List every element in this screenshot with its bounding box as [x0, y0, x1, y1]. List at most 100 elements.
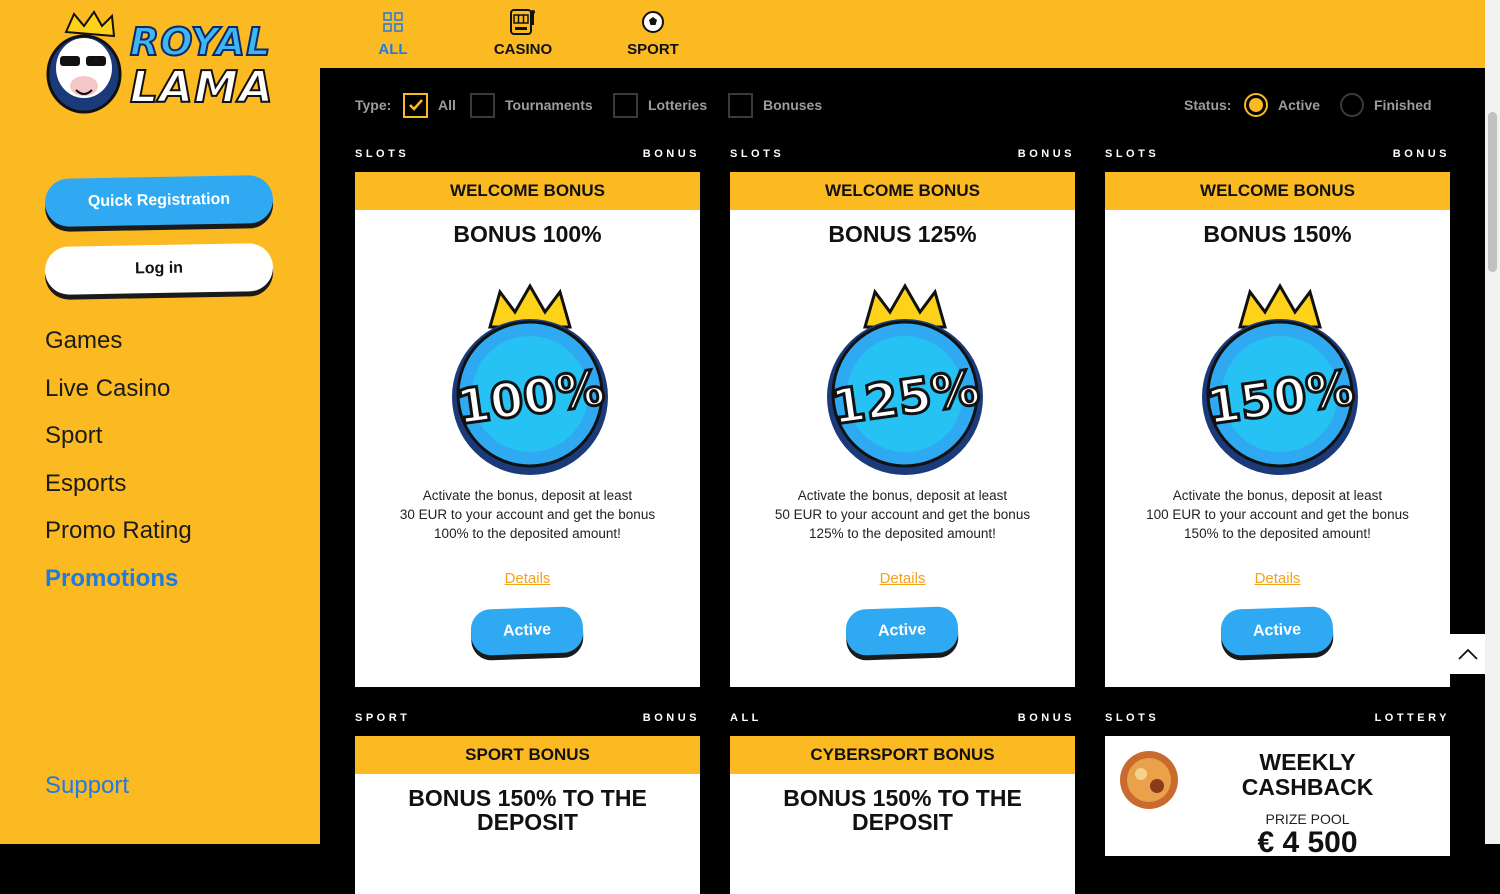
lottery-card: SLOTS LOTTERY WEEKLY CASHBACK PRIZE POOL … — [1105, 712, 1450, 859]
card-category: SLOTS — [1105, 712, 1160, 724]
scrollbar-thumb[interactable] — [1488, 112, 1497, 272]
promo-card: SLOTS BONUS WELCOME BONUS BONUS 100% 100%… — [355, 148, 700, 687]
royal-lama-logo[interactable]: ROYAL LAMA — [44, 10, 279, 118]
card-title-line: BONUS 150% TO THE — [783, 785, 1022, 811]
type-filter-label: Type: — [355, 97, 392, 113]
card-kind: BONUS — [1017, 148, 1075, 160]
card-description-line: Activate the bonus, deposit at least — [422, 488, 633, 503]
card-description-line: 150% to the deposited amount! — [1184, 526, 1371, 541]
lama-mascot-icon — [46, 10, 122, 114]
tab-all[interactable]: ALL — [343, 8, 443, 58]
tab-all-label: ALL — [378, 41, 408, 58]
card-title: BONUS 150% TO THE DEPOSIT — [730, 774, 1075, 834]
scroll-to-top-button[interactable] — [1450, 634, 1485, 674]
card-kind: BONUS — [1017, 712, 1075, 724]
slot-machine-icon — [510, 9, 535, 35]
lottery-title-line: WEEKLY — [1259, 749, 1356, 775]
filter-type-bonuses[interactable]: Bonuses — [728, 92, 822, 118]
card-kind: BONUS — [1392, 148, 1450, 160]
filter-type-tournaments[interactable]: Tournaments — [470, 92, 593, 118]
card-header: WELCOME BONUS — [1105, 172, 1450, 210]
card-description-line: 50 EUR to your account and get the bonus — [774, 507, 1031, 522]
details-link[interactable]: Details — [1105, 570, 1450, 587]
filter-type-all[interactable]: All — [403, 92, 456, 118]
card-category: SLOTS — [1105, 148, 1160, 160]
details-link[interactable]: Details — [355, 570, 700, 587]
sidebar: ROYAL LAMA Quick Registration Log in Gam… — [0, 0, 320, 844]
nav-item-live-casino[interactable]: Live Casino — [45, 370, 192, 418]
card-description-line: Activate the bonus, deposit at least — [1172, 488, 1383, 503]
chevron-up-icon — [1457, 648, 1478, 660]
checkbox-tournaments[interactable] — [470, 92, 495, 118]
card-header: WELCOME BONUS — [355, 172, 700, 210]
tab-sport-label: SPORT — [627, 41, 679, 58]
card-kind: BONUS — [642, 148, 700, 160]
filter-status-active-label: Active — [1278, 97, 1321, 113]
card-title: BONUS 100% — [453, 221, 602, 247]
filter-type-bonuses-label: Bonuses — [763, 97, 823, 113]
card-description-line: 30 EUR to your account and get the bonus — [399, 507, 656, 522]
bonus-coin-icon: 100% — [452, 282, 609, 475]
card-category: ALL — [730, 712, 762, 724]
checkbox-lotteries[interactable] — [613, 92, 638, 118]
promo-card: SLOTS BONUS WELCOME BONUS BONUS 125% 125%… — [730, 148, 1075, 687]
prize-pool-value: € 4 500 — [1257, 826, 1358, 859]
status-filter-label: Status: — [1184, 97, 1232, 113]
page-scrollbar[interactable] — [1485, 0, 1500, 844]
card-category: SLOTS — [355, 148, 410, 160]
lottery-title-line: CASHBACK — [1241, 774, 1374, 800]
filter-status-finished[interactable]: Finished — [1340, 92, 1432, 118]
login-button[interactable]: Log in — [44, 243, 274, 295]
filter-status-finished-label: Finished — [1374, 97, 1432, 113]
card-description: Activate the bonus, deposit at least 100… — [1105, 486, 1450, 543]
card-title: BONUS 150% TO THE DEPOSIT — [355, 774, 700, 834]
radio-finished[interactable] — [1340, 93, 1364, 117]
filter-type-all-label: All — [438, 97, 456, 113]
card-header: SPORT BONUS — [355, 736, 700, 774]
filter-type-lotteries[interactable]: Lotteries — [613, 92, 707, 118]
filter-type-lotteries-label: Lotteries — [648, 97, 708, 113]
nav-item-games[interactable]: Games — [45, 322, 192, 370]
card-category: SPORT — [355, 712, 411, 724]
card-title: BONUS 150% — [1203, 221, 1352, 247]
card-title-line: BONUS 150% TO THE — [408, 785, 647, 811]
card-category: SLOTS — [730, 148, 785, 160]
prize-pool-label: PRIZE POOL — [1265, 811, 1350, 827]
top-tab-bar: ALL CASINO SPORT — [320, 0, 1485, 68]
support-link[interactable]: Support — [45, 772, 129, 800]
card-description-line: 125% to the deposited amount! — [809, 526, 996, 541]
card-kind: LOTTERY — [1374, 712, 1450, 724]
nav-item-promo-rating[interactable]: Promo Rating — [45, 512, 192, 560]
activate-button[interactable]: Active — [1220, 606, 1334, 656]
promo-card: ALL BONUS CYBERSPORT BONUS BONUS 150% TO … — [730, 712, 1075, 894]
filter-status-active[interactable]: Active — [1244, 92, 1320, 118]
soccer-ball-icon — [642, 11, 664, 33]
logo-royal-text: ROYAL — [129, 19, 272, 65]
card-description-line: Activate the bonus, deposit at least — [797, 488, 1008, 503]
card-title: BONUS 125% — [828, 221, 977, 247]
tab-casino[interactable]: CASINO — [473, 8, 573, 58]
checkmark-icon — [408, 99, 423, 111]
card-header: CYBERSPORT BONUS — [730, 736, 1075, 774]
quick-registration-button[interactable]: Quick Registration — [44, 175, 274, 227]
promo-card: SPORT BONUS SPORT BONUS BONUS 150% TO THE… — [355, 712, 700, 894]
card-title-line: DEPOSIT — [852, 809, 953, 835]
filter-type-tournaments-label: Tournaments — [505, 97, 593, 113]
checkbox-all[interactable] — [403, 92, 428, 118]
tab-casino-label: CASINO — [493, 41, 553, 58]
promo-filters: Type: All Tournaments Lotteries Bonuses … — [355, 92, 1445, 120]
card-description-line: 100% to the deposited amount! — [434, 526, 621, 541]
activate-button[interactable]: Active — [470, 606, 584, 656]
nav-item-promotions[interactable]: Promotions — [45, 560, 192, 608]
promo-card: SLOTS BONUS WELCOME BONUS BONUS 150% 150%… — [1105, 148, 1450, 687]
details-link[interactable]: Details — [730, 570, 1075, 587]
tab-sport[interactable]: SPORT — [603, 8, 703, 58]
grid-icon — [383, 12, 403, 32]
activate-button[interactable]: Active — [845, 606, 959, 656]
checkbox-bonuses[interactable] — [728, 92, 753, 118]
card-description: Activate the bonus, deposit at least 50 … — [730, 486, 1075, 543]
nav-item-esports[interactable]: Esports — [45, 465, 192, 513]
card-title-line: DEPOSIT — [477, 809, 578, 835]
radio-active[interactable] — [1244, 93, 1268, 117]
nav-item-sport[interactable]: Sport — [45, 417, 192, 465]
